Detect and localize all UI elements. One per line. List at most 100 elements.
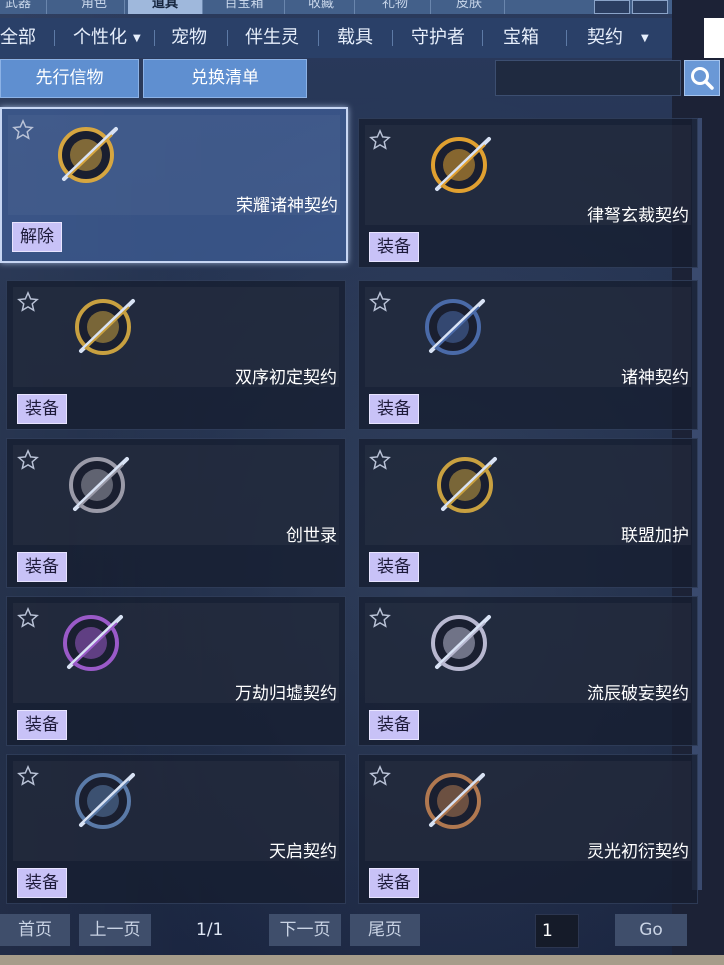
star-icon[interactable] bbox=[369, 449, 391, 471]
item-name: 流辰破妄契约 bbox=[587, 684, 689, 704]
sniper-wings-icon bbox=[425, 299, 485, 355]
star-icon[interactable] bbox=[369, 291, 391, 313]
star-icon[interactable] bbox=[17, 449, 39, 471]
item-card[interactable]: 万劫归墟契约装备 bbox=[6, 596, 346, 746]
item-card[interactable]: 创世录装备 bbox=[6, 438, 346, 588]
search-input[interactable] bbox=[495, 60, 681, 96]
item-card[interactable]: 诸神契约装备 bbox=[358, 280, 698, 430]
star-icon[interactable] bbox=[369, 607, 391, 629]
divider bbox=[566, 30, 567, 46]
star-icon[interactable] bbox=[17, 607, 39, 629]
chevron-down-icon: ▼ bbox=[133, 33, 141, 44]
equip-button[interactable]: 装备 bbox=[17, 868, 67, 898]
bronze-rifle-medal-icon bbox=[425, 773, 485, 829]
equip-button[interactable]: 装备 bbox=[369, 868, 419, 898]
category-label: 宠物 bbox=[171, 27, 207, 48]
item-card[interactable]: 双序初定契约装备 bbox=[6, 280, 346, 430]
category-label: 个性化 bbox=[73, 27, 127, 48]
category-bar: 全部 个性化 ▼ 宠物 伴生灵 载具 守护者 宝箱 契约 ▼ bbox=[0, 18, 672, 58]
category-label: 载具 bbox=[337, 27, 373, 48]
last-page-button[interactable]: 尾页 bbox=[350, 914, 420, 946]
tab-collection[interactable]: 收藏 bbox=[288, 0, 355, 14]
tab-gifts[interactable]: 礼物 bbox=[360, 0, 431, 14]
tab-items[interactable]: 道具 bbox=[128, 0, 203, 14]
prev-page-button[interactable]: 上一页 bbox=[79, 914, 151, 946]
category-chests[interactable]: 宝箱 bbox=[503, 18, 539, 58]
first-page-button[interactable]: 首页 bbox=[0, 914, 70, 946]
category-vehicles[interactable]: 载具 bbox=[337, 18, 373, 58]
unequip-button[interactable]: 解除 bbox=[12, 222, 62, 252]
item-card[interactable]: 灵光初衍契约装备 bbox=[358, 754, 698, 904]
item-card[interactable]: 律弩玄裁契约装备 bbox=[358, 118, 698, 268]
item-name: 天启契约 bbox=[269, 842, 337, 862]
category-contracts[interactable]: 契约 ▼ bbox=[587, 18, 649, 58]
tab-characters[interactable]: 角色 bbox=[64, 0, 125, 14]
advance-token-button[interactable]: 先行信物 bbox=[0, 59, 139, 98]
equip-button[interactable]: 装备 bbox=[369, 552, 419, 582]
category-label: 宝箱 bbox=[503, 27, 539, 48]
divider bbox=[392, 30, 393, 46]
equip-button[interactable]: 装备 bbox=[369, 710, 419, 740]
equip-button[interactable]: 装备 bbox=[369, 232, 419, 262]
next-page-button[interactable]: 下一页 bbox=[269, 914, 341, 946]
divider bbox=[54, 30, 55, 46]
tab-weapons[interactable]: 武器 bbox=[0, 0, 47, 14]
equip-button[interactable]: 装备 bbox=[369, 394, 419, 424]
star-icon[interactable] bbox=[12, 119, 34, 141]
category-companion[interactable]: 伴生灵 bbox=[245, 18, 299, 58]
item-card[interactable]: 联盟加护装备 bbox=[358, 438, 698, 588]
divider bbox=[227, 30, 228, 46]
silver-crossbow-icon bbox=[431, 615, 491, 671]
star-icon[interactable] bbox=[17, 765, 39, 787]
item-name: 联盟加护 bbox=[621, 526, 689, 546]
divider bbox=[318, 30, 319, 46]
category-all[interactable]: 全部 bbox=[0, 18, 36, 58]
display-icon[interactable] bbox=[632, 0, 668, 14]
star-icon[interactable] bbox=[369, 765, 391, 787]
category-pets[interactable]: 宠物 bbox=[171, 18, 207, 58]
equip-button[interactable]: 装备 bbox=[17, 552, 67, 582]
item-name: 灵光初衍契约 bbox=[587, 842, 689, 862]
chevron-down-icon: ▼ bbox=[641, 33, 649, 44]
divider bbox=[482, 30, 483, 46]
item-name: 诸神契约 bbox=[621, 368, 689, 388]
crossed-swords-wings-icon bbox=[58, 127, 118, 183]
search-icon bbox=[691, 67, 714, 90]
item-name: 万劫归墟契约 bbox=[235, 684, 337, 704]
item-name: 创世录 bbox=[286, 526, 337, 546]
equip-button[interactable]: 装备 bbox=[17, 710, 67, 740]
item-name: 律弩玄裁契约 bbox=[587, 206, 689, 226]
item-name: 双序初定契约 bbox=[235, 368, 337, 388]
crossbow-medal-icon bbox=[431, 137, 491, 193]
tab-treasure-box[interactable]: 百宝箱 bbox=[204, 0, 285, 14]
go-button[interactable]: Go bbox=[615, 914, 687, 946]
exchange-list-button[interactable]: 兑换清单 bbox=[143, 59, 307, 98]
category-label: 守护者 bbox=[411, 27, 465, 48]
category-label: 伴生灵 bbox=[245, 27, 299, 48]
category-personalize[interactable]: 个性化 ▼ bbox=[73, 18, 141, 58]
star-icon[interactable] bbox=[17, 291, 39, 313]
trash-icon[interactable] bbox=[594, 0, 630, 14]
spiked-medal-icon bbox=[63, 615, 123, 671]
rifle-medal-icon bbox=[75, 299, 135, 355]
hourglass-wings-icon bbox=[69, 457, 129, 513]
category-label: 契约 bbox=[587, 27, 623, 48]
item-name: 荣耀诸神契约 bbox=[236, 196, 338, 216]
category-guardian[interactable]: 守护者 bbox=[411, 18, 465, 58]
top-tab-bar: 武器 角色 道具 百宝箱 收藏 礼物 皮肤 bbox=[0, 0, 724, 14]
category-label: 全部 bbox=[0, 27, 36, 48]
bottom-strip bbox=[0, 955, 724, 965]
item-card[interactable]: 荣耀诸神契约解除 bbox=[0, 107, 348, 263]
page-number-input[interactable]: 1 bbox=[535, 914, 579, 948]
star-icon[interactable] bbox=[369, 129, 391, 151]
page-indicator: 1/1 bbox=[196, 920, 224, 940]
item-card[interactable]: 流辰破妄契约装备 bbox=[358, 596, 698, 746]
tab-skins[interactable]: 皮肤 bbox=[434, 0, 505, 14]
search-button[interactable] bbox=[684, 60, 720, 96]
purple-orb-emblem-icon bbox=[75, 773, 135, 829]
equip-button[interactable]: 装备 bbox=[17, 394, 67, 424]
side-panel bbox=[704, 18, 724, 58]
helmet-shield-icon bbox=[437, 457, 497, 513]
divider bbox=[154, 30, 155, 46]
item-card[interactable]: 天启契约装备 bbox=[6, 754, 346, 904]
